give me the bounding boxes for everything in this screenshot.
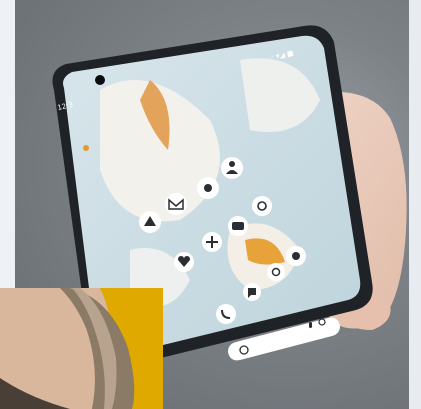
mic-icon: [309, 322, 312, 328]
gmail-icon[interactable]: [165, 193, 187, 215]
chat-icon[interactable]: [243, 283, 261, 301]
inset-portrait-photo: [0, 288, 163, 409]
inset-portrait: [0, 288, 163, 409]
front-camera: [95, 75, 105, 85]
heart-app-icon[interactable]: [174, 252, 194, 272]
settings-icon[interactable]: [252, 196, 272, 216]
youtube-icon[interactable]: [228, 216, 248, 236]
camera-app-icon[interactable]: [286, 246, 306, 266]
maps-icon[interactable]: [139, 211, 161, 233]
contacts-icon[interactable]: [221, 157, 243, 179]
chrome-icon[interactable]: [197, 177, 219, 199]
photo-scene: 12:3 ⋅⋅ ▾◢ ■: [0, 0, 421, 409]
phone-app-icon[interactable]: [216, 304, 236, 324]
photos-icon[interactable]: [202, 232, 222, 252]
lens-icon[interactable]: [267, 263, 285, 281]
